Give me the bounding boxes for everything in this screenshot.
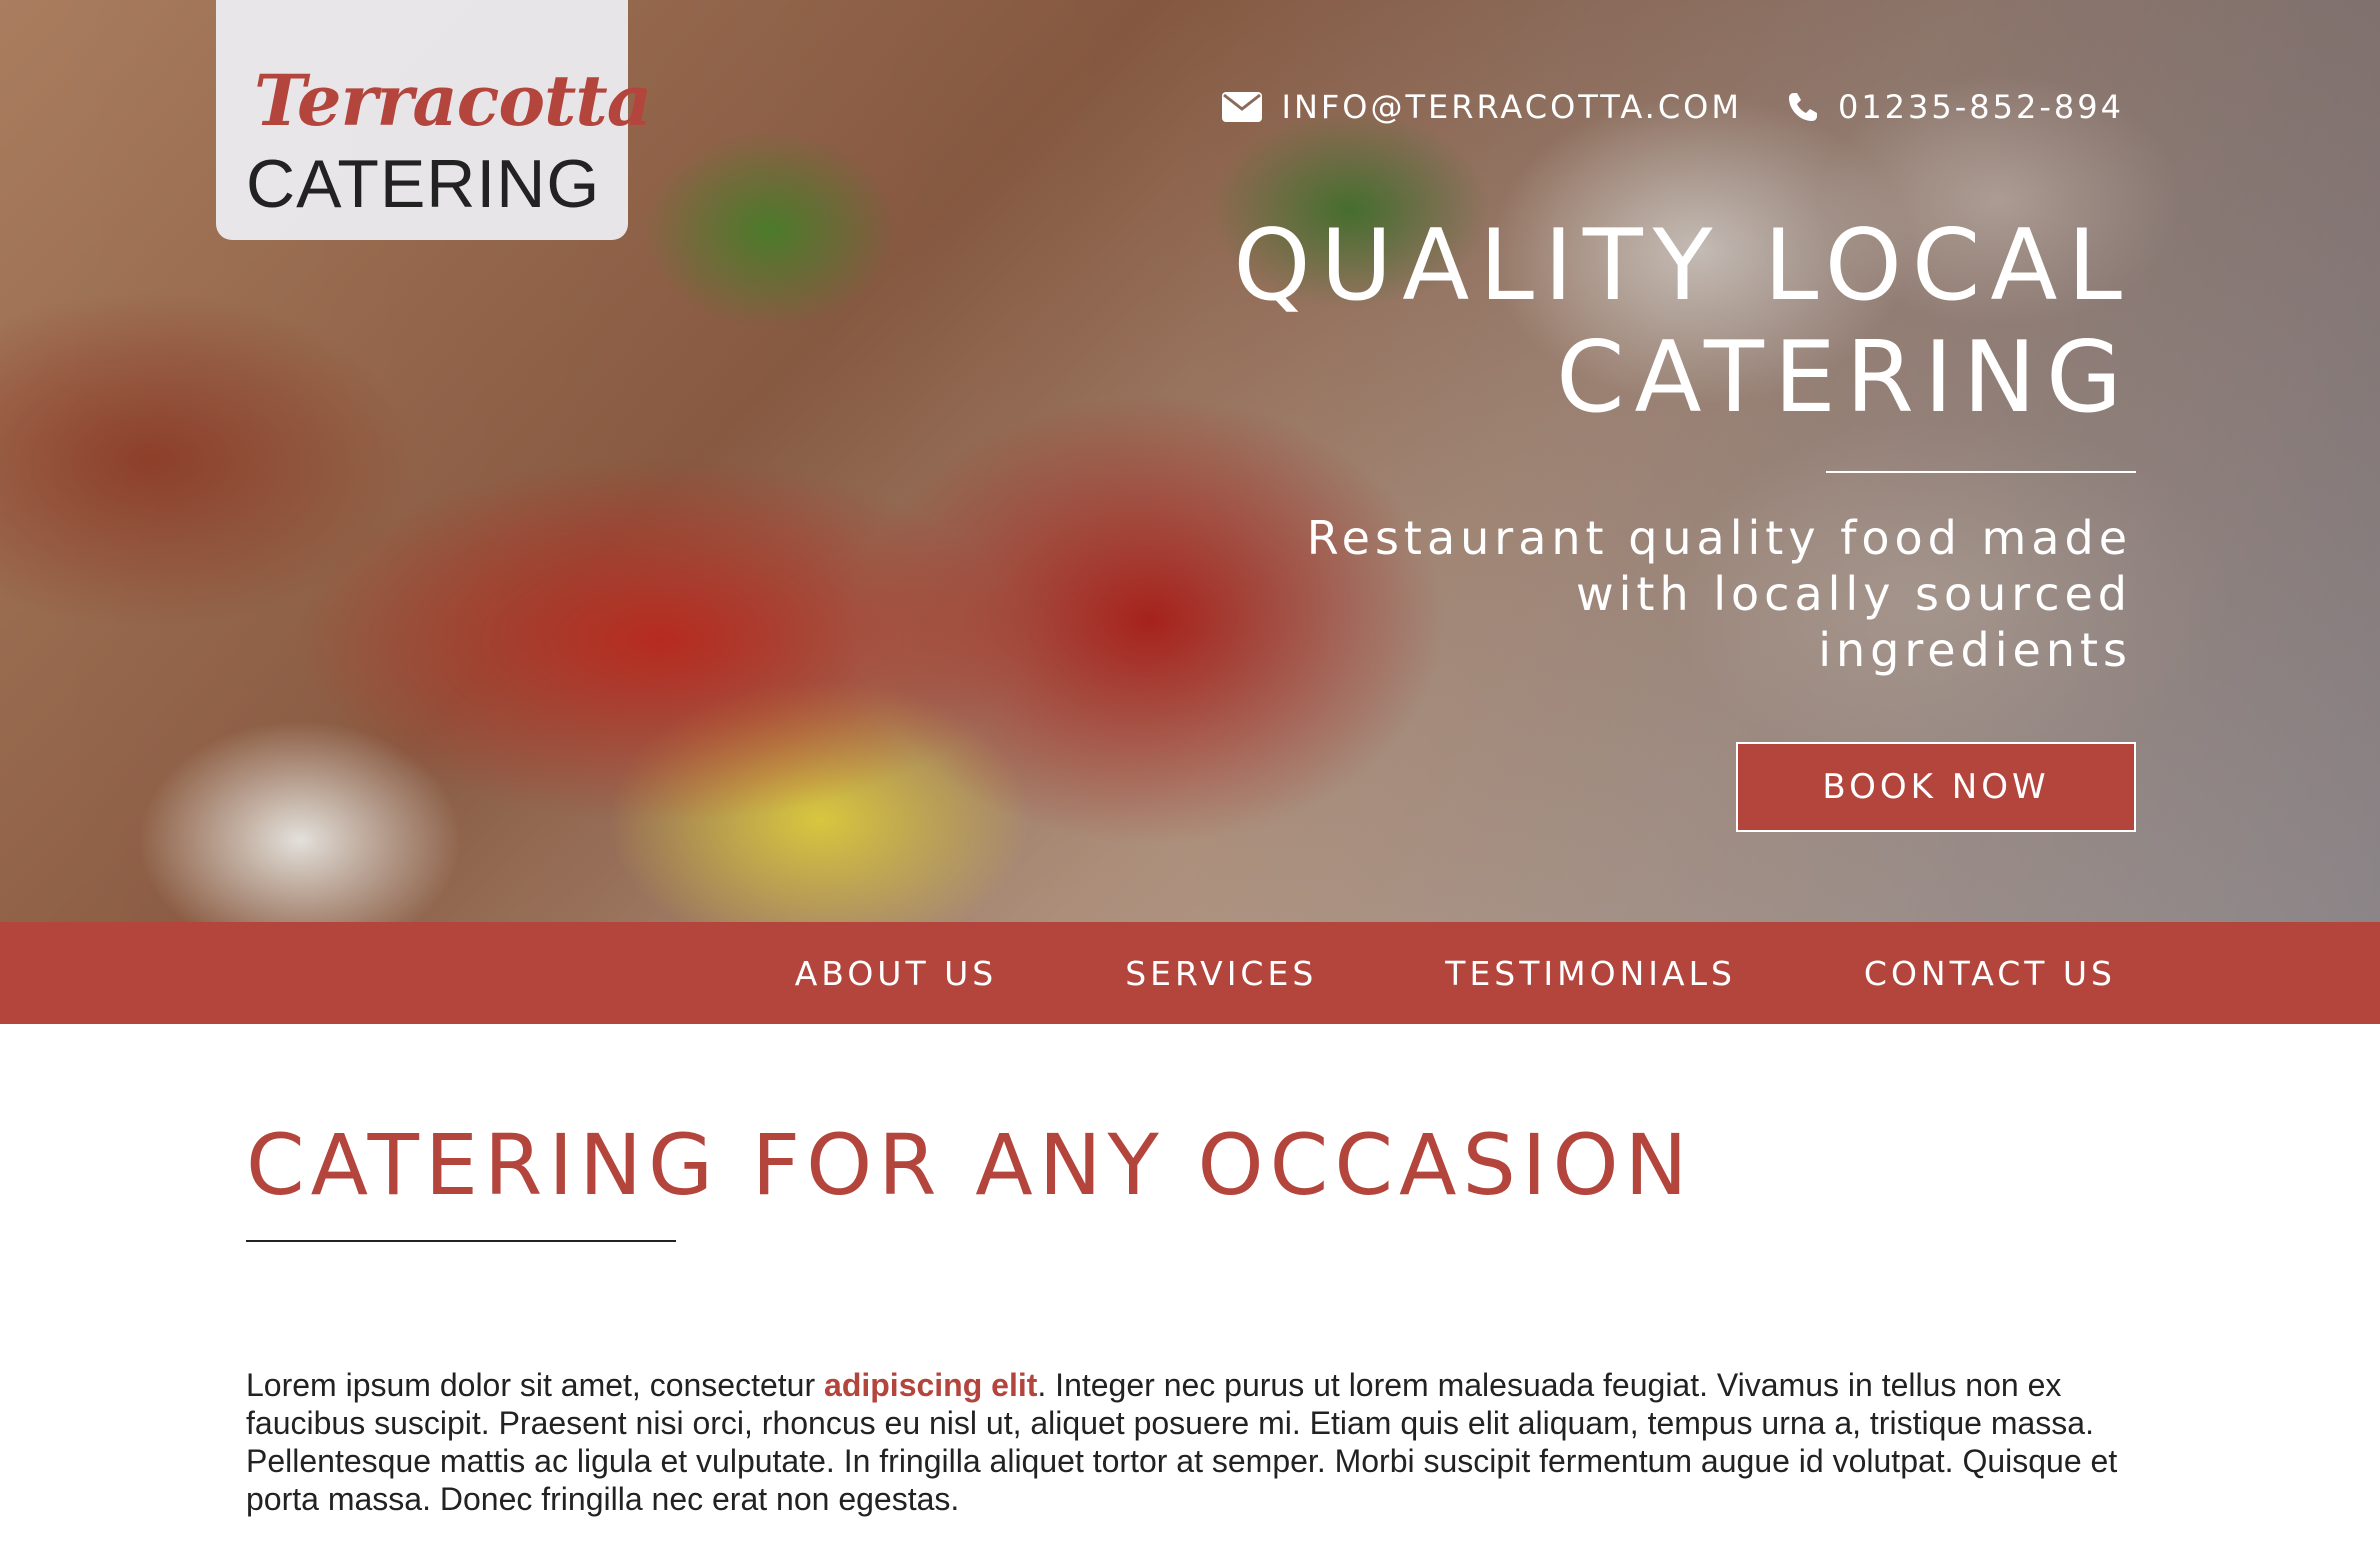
hero-divider: [1826, 471, 2136, 473]
nav-item-testimonials[interactable]: TESTIMONIALS: [1445, 954, 1736, 993]
hero-subtitle-line2: with locally sourced: [1576, 567, 2132, 621]
nav-item-services[interactable]: SERVICES: [1125, 954, 1317, 993]
section-divider: [246, 1240, 676, 1242]
hero-subtitle-line1: Restaurant quality food made: [1306, 511, 2132, 565]
main-nav: ABOUT US SERVICES TESTIMONIALS CONTACT U…: [0, 922, 2380, 1024]
hero-title: QUALITY LOCAL CATERING: [1032, 210, 2132, 434]
contact-phone-text: 01235-852-894: [1837, 88, 2124, 126]
body-highlight-link[interactable]: adipiscing elit: [824, 1367, 1037, 1403]
hero-subtitle-line3: ingredients: [1818, 623, 2132, 677]
contact-bar: INFO@TERRACOTTA.COM 01235-852-894: [1221, 88, 2125, 126]
hero-title-line1: QUALITY LOCAL: [1233, 209, 2132, 323]
phone-icon: [1788, 92, 1818, 122]
body-text-start: Lorem ipsum dolor sit amet, consectetur: [246, 1367, 825, 1403]
nav-item-about-us[interactable]: ABOUT US: [795, 954, 998, 993]
nav-item-contact-us[interactable]: CONTACT US: [1864, 954, 2116, 993]
envelope-icon: [1221, 92, 1262, 122]
section-body: Lorem ipsum dolor sit amet, consectetur …: [246, 1366, 2126, 1518]
contact-phone[interactable]: 01235-852-894: [1788, 88, 2124, 126]
hero-title-line2: CATERING: [1556, 321, 2132, 435]
hero-subtitle: Restaurant quality food made with locall…: [1232, 510, 2132, 678]
logo-main-text: CATERING: [246, 146, 601, 222]
contact-email[interactable]: INFO@TERRACOTTA.COM: [1221, 88, 1742, 126]
book-now-button[interactable]: BOOK NOW: [1736, 742, 2136, 832]
logo-script-text: Terracotta: [254, 59, 652, 142]
section-title: CATERING FOR ANY OCCASION: [246, 1116, 1694, 1214]
contact-email-text: INFO@TERRACOTTA.COM: [1281, 88, 1742, 126]
logo[interactable]: Terracotta CATERING: [216, 0, 652, 240]
